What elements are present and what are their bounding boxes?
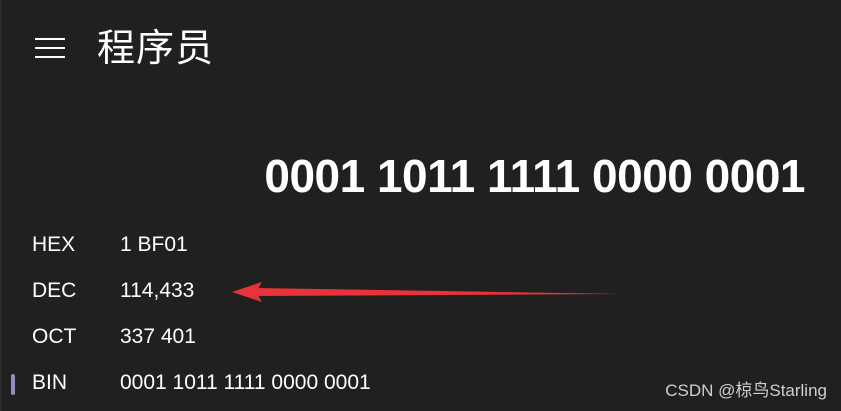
radix-value-dec: 114,433 (120, 279, 195, 302)
title-bar: 程序员 (0, 0, 841, 95)
display-result: 0001 1011 1111 0000 0001 (264, 150, 805, 202)
watermark: CSDN @椋鸟Starling (665, 381, 827, 400)
hamburger-menu-icon (35, 38, 65, 58)
radix-label-hex: HEX (32, 233, 76, 256)
radix-row-oct[interactable]: OCT 337 401 (0, 314, 620, 360)
selected-radix-indicator (11, 374, 15, 395)
navigation-menu-button[interactable] (24, 22, 76, 74)
radix-label-dec: DEC (32, 279, 77, 302)
radix-label-bin: BIN (32, 371, 68, 394)
radix-row-hex[interactable]: HEX 1 BF01 (0, 222, 620, 268)
radix-value-hex: 1 BF01 (120, 233, 188, 256)
radix-label-oct: OCT (32, 325, 77, 348)
radix-value-oct: 337 401 (120, 325, 196, 348)
calculator-mode-title: 程序员 (97, 26, 215, 70)
arrow-shaft (256, 288, 624, 296)
radix-value-bin: 0001 1011 1111 0000 0001 (120, 371, 371, 394)
red-arrow-annotation (232, 282, 624, 302)
radix-row-bin[interactable]: BIN 0001 1011 1111 0000 0001 (0, 360, 620, 406)
